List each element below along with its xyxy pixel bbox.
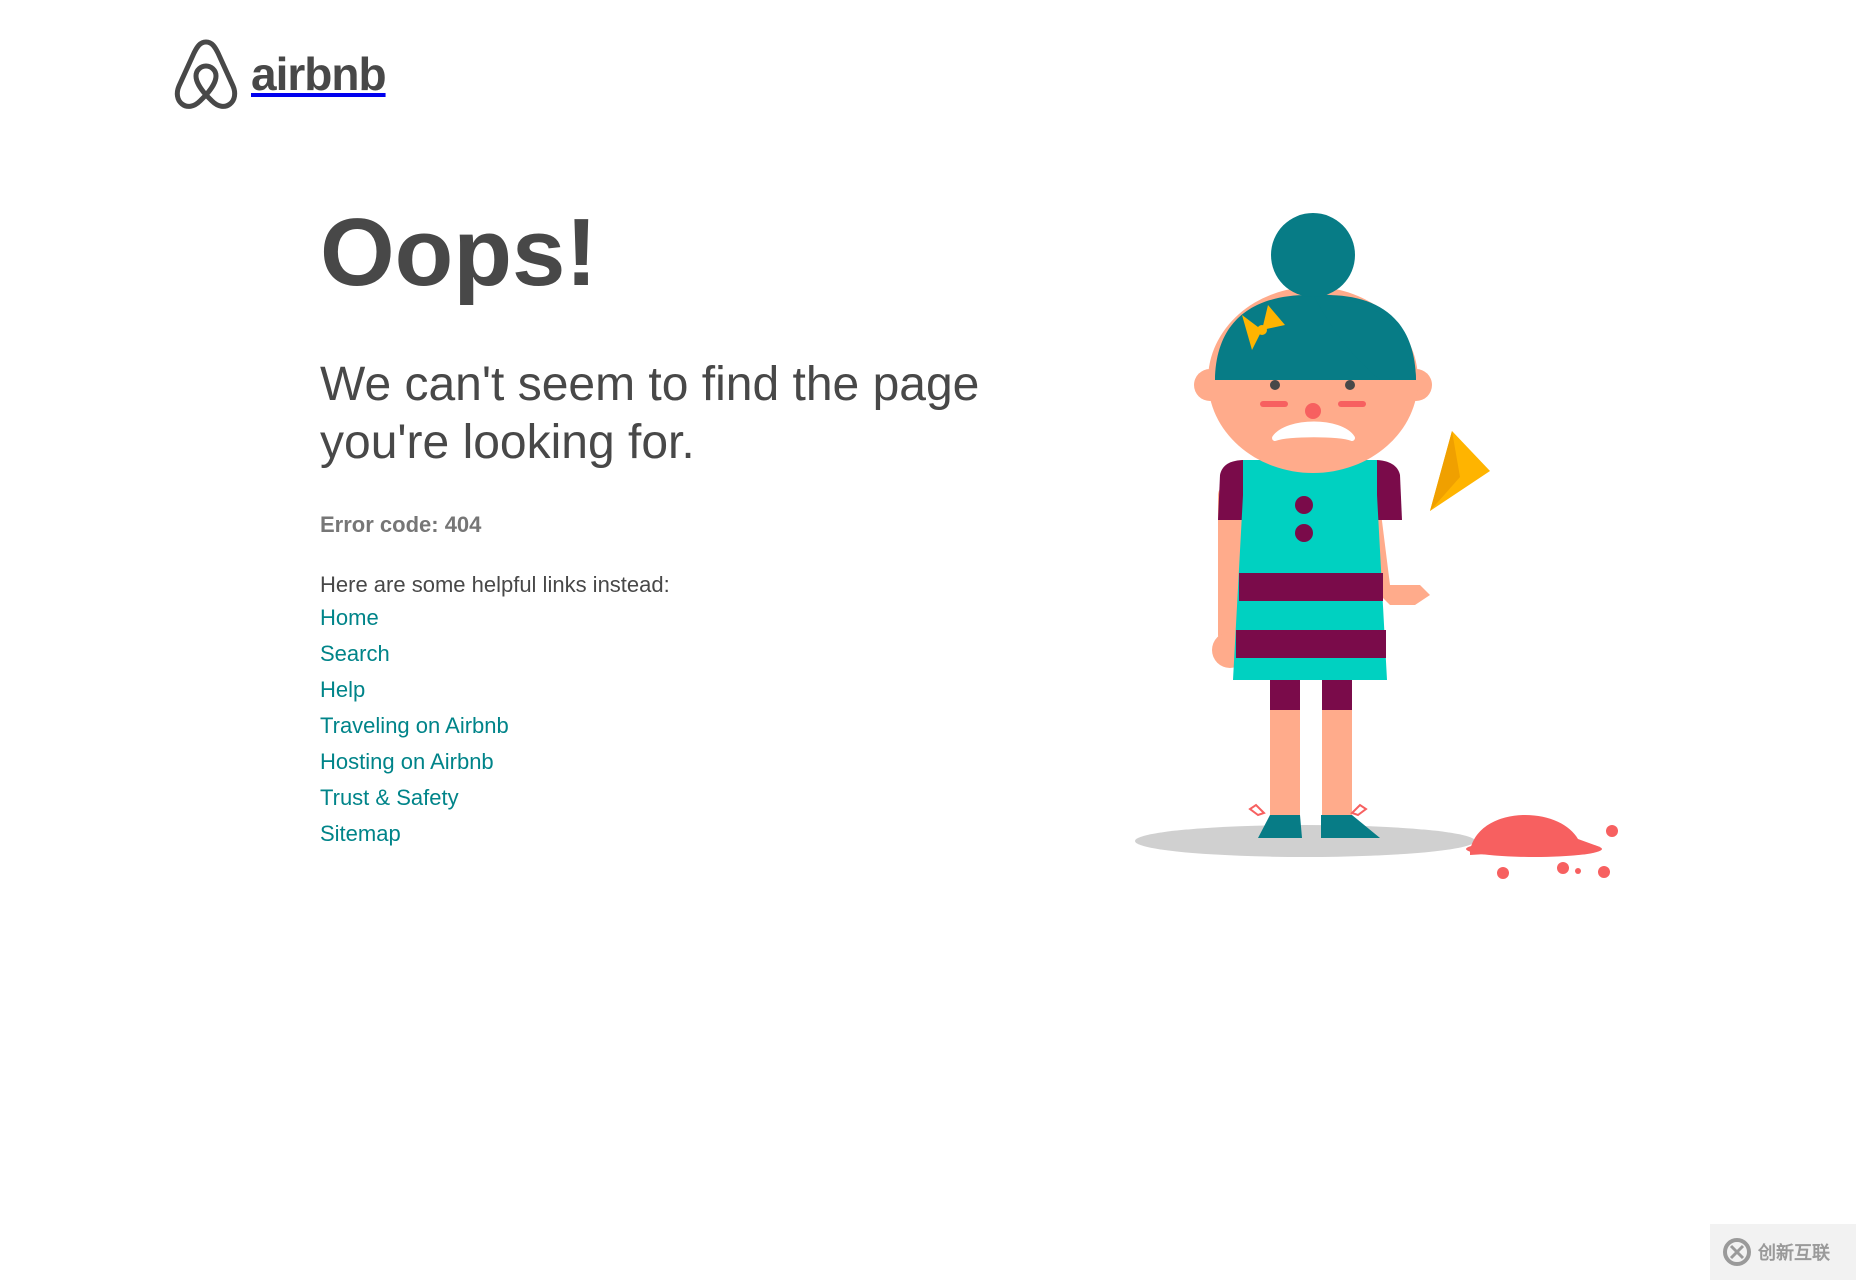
link-search[interactable]: Search <box>320 641 390 666</box>
list-item: Home <box>320 601 1000 637</box>
link-sitemap[interactable]: Sitemap <box>320 821 401 846</box>
link-traveling-on-airbnb[interactable]: Traveling on Airbnb <box>320 713 509 738</box>
list-item: Traveling on Airbnb <box>320 709 1000 745</box>
watermark-logo-icon <box>1723 1238 1751 1266</box>
helpful-links-intro: Here are some helpful links instead: <box>320 571 670 597</box>
airbnb-belo-icon <box>174 39 238 109</box>
error-message: We can't seem to find the page you're lo… <box>320 357 980 469</box>
ground-shadow <box>1135 825 1475 857</box>
link-trust-and-safety[interactable]: Trust & Safety <box>320 785 459 810</box>
home-logo-link[interactable]: airbnb <box>173 38 387 110</box>
error-page: airbnb Oops! We can't seem to find the p… <box>0 0 1856 1280</box>
list-item: Trust & Safety <box>320 781 1000 817</box>
list-item: Sitemap <box>320 817 1000 853</box>
list-item: Help <box>320 673 1000 709</box>
ice-cream-cone-icon <box>1430 431 1490 511</box>
link-help[interactable]: Help <box>320 677 365 702</box>
watermark-text: 创新互联 <box>1758 1243 1830 1263</box>
page-title: Oops! <box>320 199 598 306</box>
airbnb-wordmark: airbnb <box>251 48 387 100</box>
list-item: Search <box>320 637 1000 673</box>
link-hosting-on-airbnb[interactable]: Hosting on Airbnb <box>320 749 494 774</box>
ice-cream-splat-icon <box>1466 815 1618 879</box>
watermark: 创新互联 <box>1710 1224 1856 1280</box>
error-content: Oops! We can't seem to find the page you… <box>320 200 1000 853</box>
error-code: Error code: 404 <box>320 511 482 537</box>
link-home[interactable]: Home <box>320 605 379 630</box>
helpful-links-list: Home Search Help Traveling on Airbnb Hos… <box>320 601 1000 853</box>
list-item: Hosting on Airbnb <box>320 745 1000 781</box>
sad-girl-illustration <box>1135 213 1618 879</box>
